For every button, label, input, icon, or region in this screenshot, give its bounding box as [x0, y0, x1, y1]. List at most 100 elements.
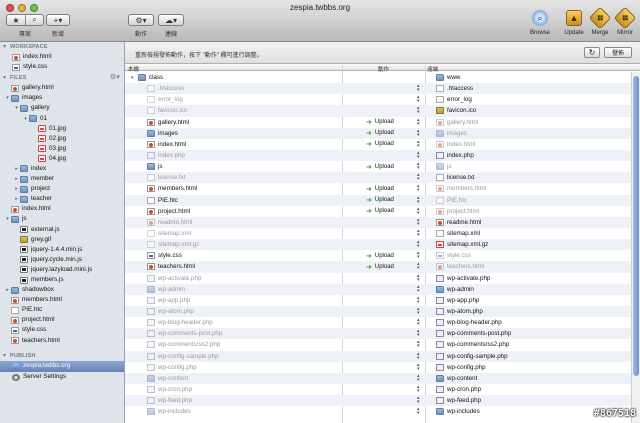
view-segmented-control[interactable]: ★ ⌕ [6, 14, 44, 26]
local-file[interactable]: readme.html [147, 218, 192, 227]
file-tree-item[interactable]: style.css [0, 325, 124, 335]
file-tree-item[interactable]: ▾ js [0, 214, 124, 224]
disclosure-triangle-icon[interactable]: ▸ [4, 285, 11, 295]
publish-item[interactable]: Server Settings [0, 372, 124, 383]
connect-button[interactable]: ☁▾ [158, 14, 184, 26]
local-file[interactable]: index.php [147, 151, 185, 160]
upload-action[interactable]: ➜ Upload [366, 129, 394, 138]
file-tree-item[interactable]: ▸ member [0, 174, 124, 184]
compare-row[interactable]: js ➜ Upload ▴ ▾ js [125, 161, 631, 172]
compare-row[interactable]: favicon.ico ▴ ▾ favicon.ico [125, 105, 631, 117]
action-stepper-icon[interactable]: ▴ ▾ [417, 117, 420, 126]
disclosure-triangle-icon[interactable]: ▸ [13, 194, 20, 204]
search-icon[interactable]: ⌕ [24, 15, 43, 25]
compare-row[interactable]: sitemap.xml.gz ▴ ▾ sitemap.xml.gz [125, 239, 631, 251]
file-tree-item[interactable]: external.js [0, 225, 124, 235]
merge-button[interactable]: ✥ Merge [588, 6, 612, 36]
local-file[interactable]: ▾ class [131, 73, 163, 82]
action-stepper-icon[interactable]: ▴ ▾ [417, 228, 420, 237]
compare-row[interactable]: wp-feed.php ▴ ▾ wp-feed.php [125, 395, 631, 407]
disclosure-triangle-icon[interactable]: ▸ [13, 164, 20, 174]
action-stepper-icon[interactable]: ▴ ▾ [417, 340, 420, 349]
file-tree-item[interactable]: ▸ teacher [0, 194, 124, 204]
upload-action[interactable]: ➜ Upload [366, 184, 394, 193]
workspace-item[interactable]: index.html [0, 52, 124, 62]
upload-action[interactable]: ➜ Upload [366, 140, 394, 149]
remote-file[interactable]: images [436, 129, 467, 138]
local-file[interactable]: wp-atom.php [147, 307, 194, 316]
compare-row[interactable]: wp-app.php ▴ ▾ wp-app.php [125, 295, 631, 306]
remote-file[interactable]: gallery.html [436, 118, 478, 127]
remote-file[interactable]: PIE.htc [436, 196, 467, 205]
remote-file[interactable]: project.html [436, 207, 479, 216]
disclosure-triangle-icon[interactable]: ▾ [4, 93, 11, 103]
action-stepper-icon[interactable]: ▴ ▾ [417, 195, 420, 204]
action-stepper-icon[interactable]: ▴ ▾ [417, 84, 420, 93]
local-file[interactable]: index.html [147, 140, 186, 149]
file-tree-item[interactable]: grey.gif [0, 235, 124, 245]
add-button[interactable]: +▾ [46, 14, 70, 26]
publish-item[interactable]: zespia.twbbs.org [0, 360, 124, 372]
compare-row[interactable]: license.txt ▴ ▾ license.txt [125, 172, 631, 184]
workspace-item[interactable]: style.css [0, 62, 124, 72]
local-file[interactable]: wp-activate.php [147, 274, 201, 283]
action-stepper-icon[interactable]: ▴ ▾ [417, 173, 420, 182]
publish-button[interactable]: 發佈 [604, 47, 632, 58]
action-stepper-icon[interactable]: ▴ ▾ [417, 351, 420, 360]
compare-row[interactable]: wp-commentsrss2.php ▴ ▾ wp-commentsrss2.php [125, 339, 631, 350]
remote-file[interactable]: wp-admin [436, 285, 474, 294]
remote-file[interactable]: license.txt [436, 173, 475, 182]
action-stepper-icon[interactable]: ▴ ▾ [417, 407, 420, 416]
update-button[interactable]: ▲ Update [562, 10, 586, 36]
local-file[interactable]: teachers.html [147, 262, 195, 271]
compare-row[interactable]: wp-activate.php ▴ ▾ wp-activate.php [125, 273, 631, 284]
disclosure-triangle-icon[interactable]: ▾ [4, 214, 11, 224]
local-file[interactable]: wp-config-sample.php [147, 352, 219, 361]
local-file[interactable]: .htaccess [147, 84, 184, 93]
remote-file[interactable]: members.html [436, 184, 486, 193]
file-tree-item[interactable]: 04.jpg [0, 154, 124, 164]
file-tree-item[interactable]: 01.jpg [0, 124, 124, 134]
remote-file[interactable]: favicon.ico [436, 106, 476, 115]
action-stepper-icon[interactable]: ▴ ▾ [417, 162, 420, 171]
file-tree-item[interactable]: jquery.cycle.min.js [0, 255, 124, 265]
vertical-scrollbar[interactable] [631, 72, 640, 423]
action-stepper-icon[interactable]: ▴ ▾ [417, 273, 420, 282]
local-file[interactable]: wp-admin [147, 285, 185, 294]
file-tree-item[interactable]: 03.jpg [0, 144, 124, 154]
file-tree-item[interactable]: members.html [0, 295, 124, 305]
local-file[interactable]: members.html [147, 184, 197, 193]
file-tree-item[interactable]: ▾ gallery [0, 103, 124, 113]
file-tree-item[interactable]: project.html [0, 315, 124, 325]
remote-file[interactable]: wp-feed.php [436, 396, 481, 405]
local-file[interactable]: project.html [147, 207, 190, 216]
disclosure-triangle-icon[interactable]: ▸ [13, 184, 20, 194]
action-stepper-icon[interactable]: ▴ ▾ [417, 262, 420, 271]
remote-file[interactable]: js [436, 162, 451, 171]
file-tree-item[interactable]: ▸ index [0, 164, 124, 174]
action-stepper-icon[interactable]: ▴ ▾ [417, 373, 420, 382]
publish-header[interactable]: PUBLISH [0, 351, 124, 361]
file-tree-item[interactable]: jquery.lazyload.mini.js [0, 265, 124, 275]
local-file[interactable]: wp-comments-post.php [147, 329, 222, 338]
local-file[interactable]: wp-config.php [147, 363, 197, 372]
upload-action[interactable]: ➜ Upload [366, 262, 394, 271]
upload-action[interactable]: ➜ Upload [366, 251, 394, 260]
file-tree-item[interactable]: gallery.html [0, 83, 124, 93]
compare-row[interactable]: images ➜ Upload ▴ ▾ images [125, 127, 631, 139]
file-tree-item[interactable]: jquery-1.4.4.min.js [0, 245, 124, 255]
file-tree-item[interactable]: members.js [0, 275, 124, 285]
upload-action[interactable]: ➜ Upload [366, 196, 394, 205]
compare-row[interactable]: wp-admin ▴ ▾ wp-admin [125, 283, 631, 295]
refresh-button[interactable]: ↻ [584, 47, 600, 58]
local-file[interactable]: wp-cron.php [147, 385, 192, 394]
remote-file[interactable]: wp-app.php [436, 296, 479, 305]
mirror-button[interactable]: ✥ Mirror [613, 6, 637, 36]
local-file[interactable]: sitemap.xml.gz [147, 240, 199, 249]
local-file[interactable]: PIE.htc [147, 196, 178, 205]
compare-row[interactable]: members.html ➜ Upload ▴ ▾ members.html [125, 183, 631, 194]
action-stepper-icon[interactable]: ▴ ▾ [417, 106, 420, 115]
action-stepper-icon[interactable]: ▴ ▾ [417, 295, 420, 304]
action-stepper-icon[interactable]: ▴ ▾ [417, 251, 420, 260]
action-stepper-icon[interactable]: ▴ ▾ [417, 329, 420, 338]
